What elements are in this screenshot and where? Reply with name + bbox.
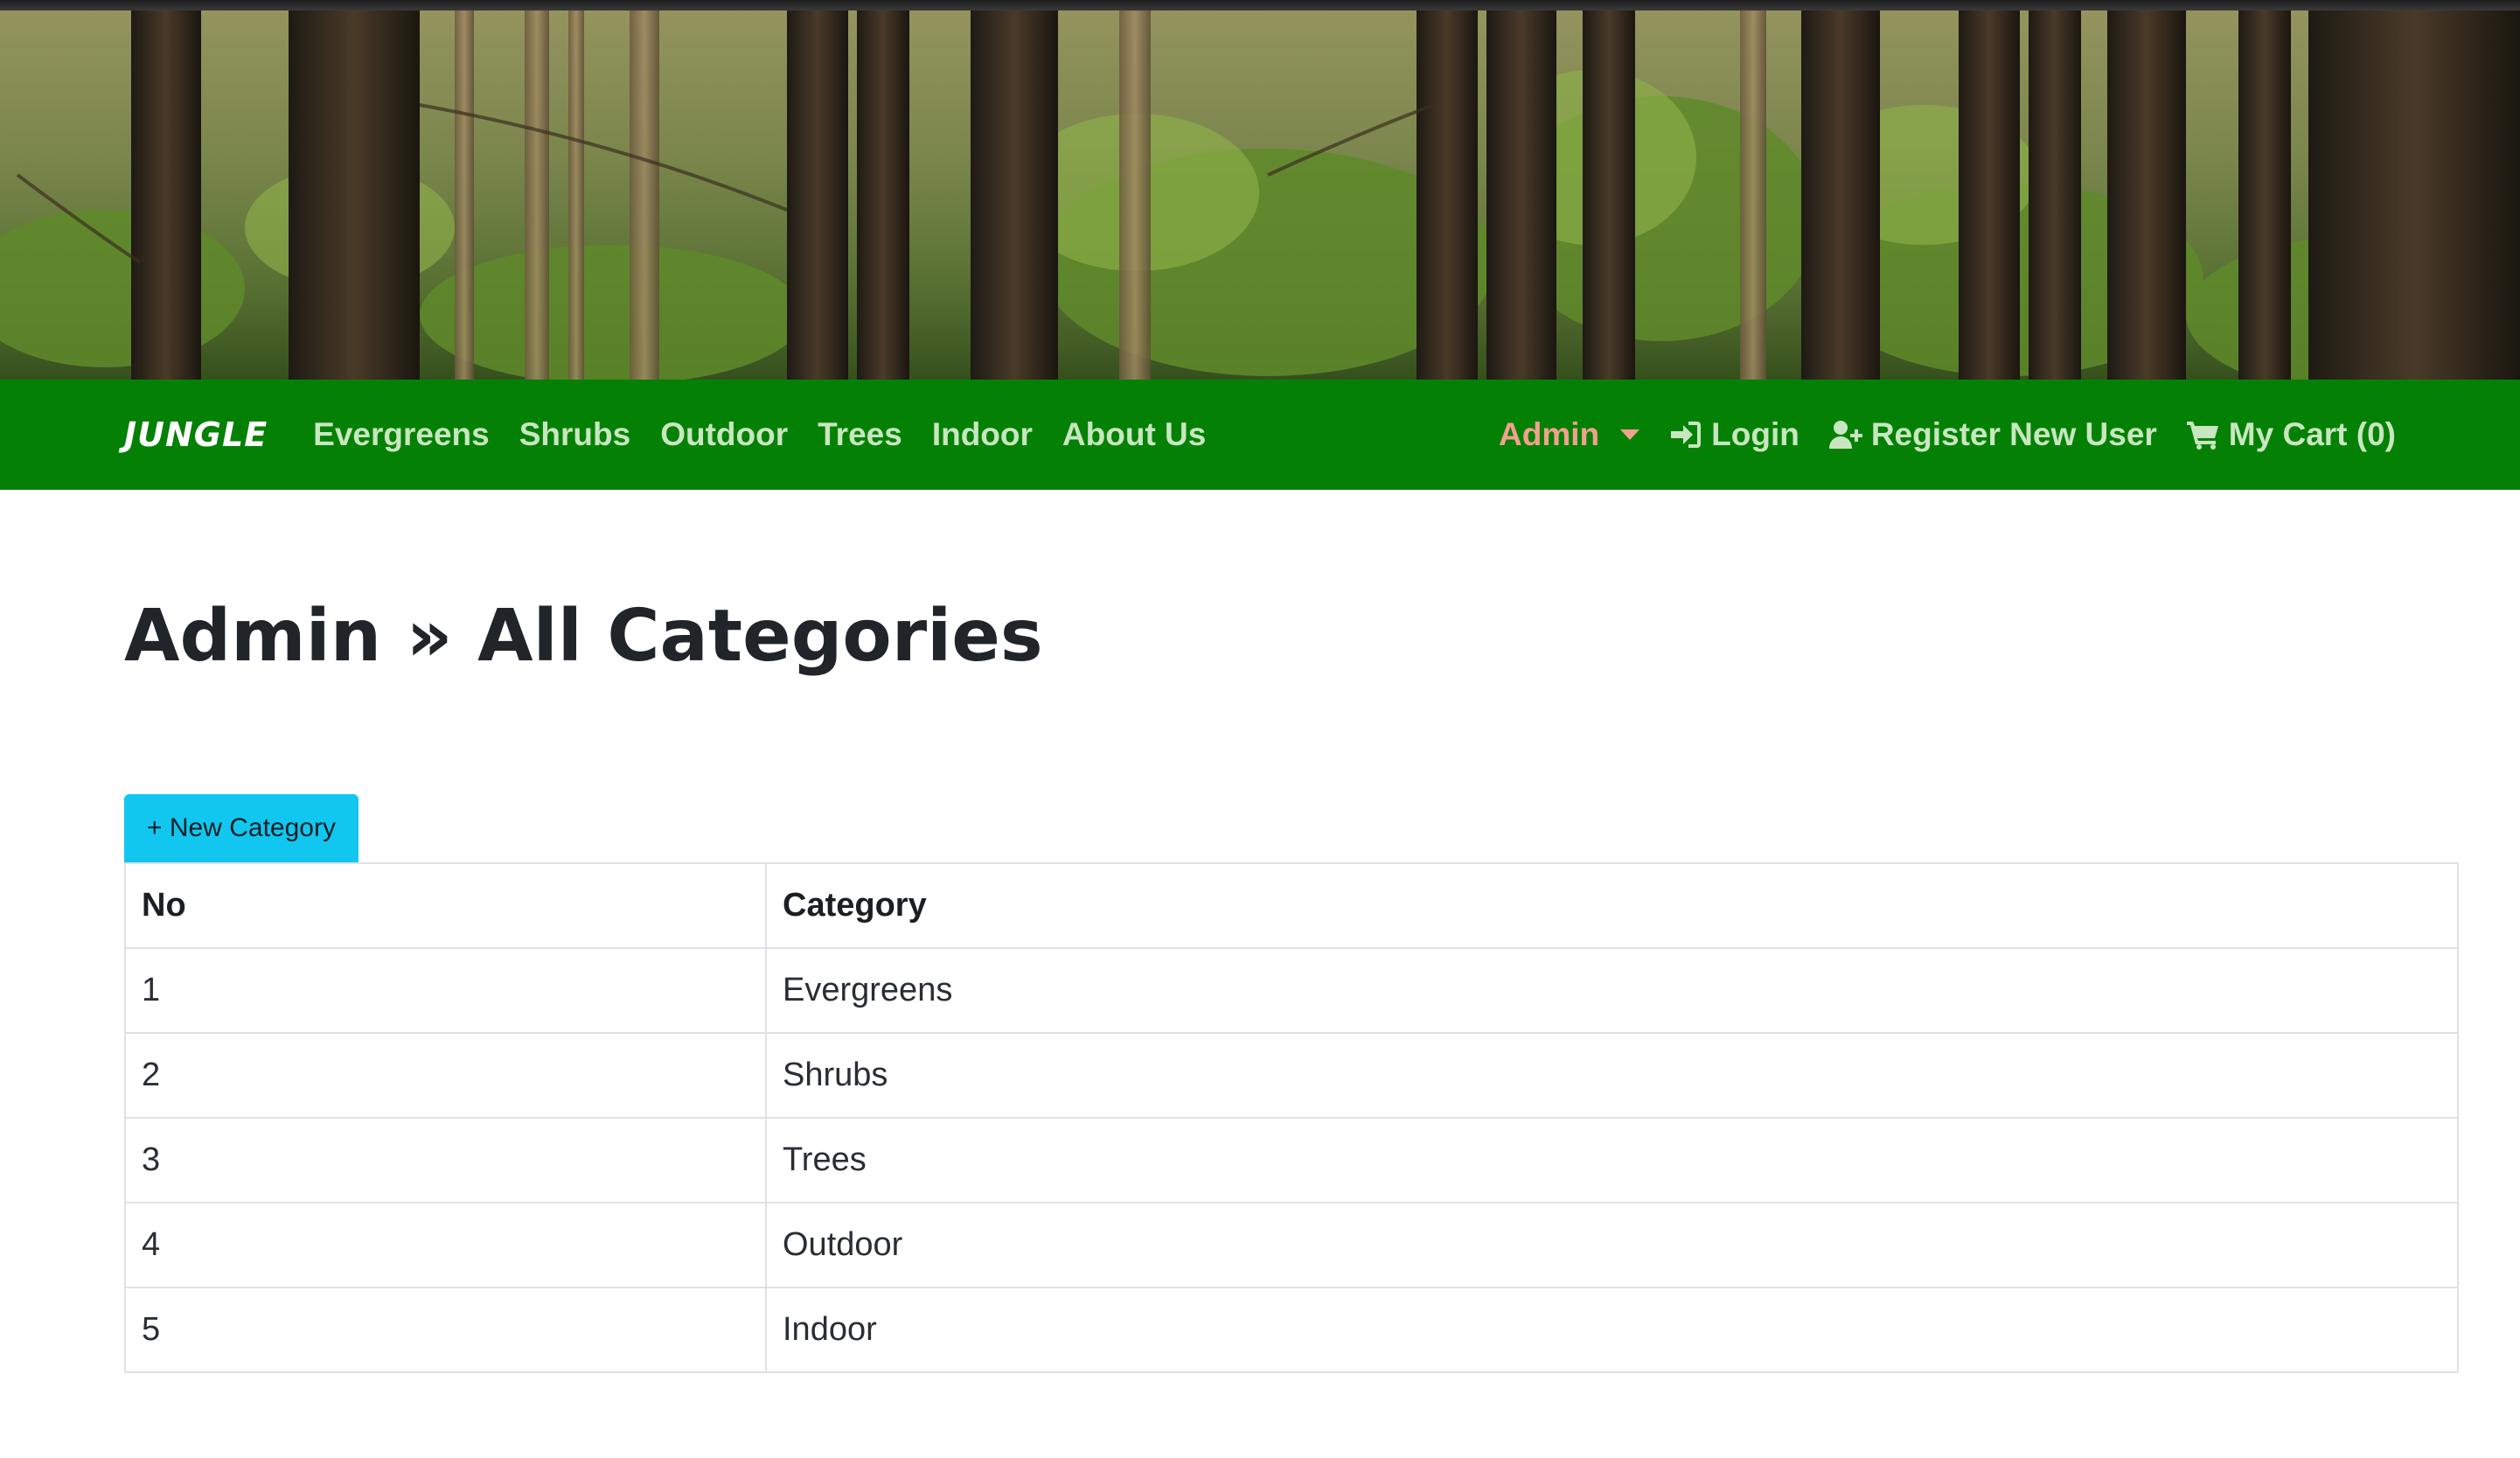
cell-no: 4 xyxy=(124,1202,767,1288)
categories-table: No Category 1 Evergreens 2 Shrubs 3 Tree… xyxy=(124,862,2459,1373)
cell-category: Outdoor xyxy=(765,1202,2459,1288)
table-header-row: No Category xyxy=(124,862,2459,949)
admin-dropdown-label: Admin xyxy=(1499,416,1600,452)
table-row: 1 Evergreens xyxy=(124,947,2459,1034)
cell-category: Shrubs xyxy=(765,1032,2459,1119)
new-category-button[interactable]: + New Category xyxy=(124,794,359,862)
column-header-no: No xyxy=(124,862,767,949)
cart-link[interactable]: My Cart (0) xyxy=(2186,416,2396,453)
table-row: 5 Indoor xyxy=(124,1287,2459,1373)
register-link[interactable]: Register New User xyxy=(1828,416,2157,453)
forest-banner-image xyxy=(0,0,2520,380)
cell-no: 1 xyxy=(124,947,767,1034)
hero-banner xyxy=(0,0,2520,380)
nav-link-trees[interactable]: Trees xyxy=(818,416,902,453)
nav-link-about-us[interactable]: About Us xyxy=(1062,416,1206,453)
cart-label: My Cart (0) xyxy=(2228,416,2396,452)
nav-right-links: Admin Login Register New User My Cart (0… xyxy=(1499,416,2396,453)
chevron-down-icon xyxy=(1620,429,1640,440)
table-row: 4 Outdoor xyxy=(124,1202,2459,1288)
nav-links: Evergreens Shrubs Outdoor Trees Indoor A… xyxy=(313,416,1206,453)
cell-category: Evergreens xyxy=(765,947,2459,1034)
nav-link-outdoor[interactable]: Outdoor xyxy=(660,416,788,453)
page-title: Admin » All Categories xyxy=(124,595,1043,678)
cell-category: Trees xyxy=(765,1117,2459,1203)
admin-dropdown[interactable]: Admin xyxy=(1499,416,1640,453)
column-header-category: Category xyxy=(765,862,2459,949)
nav-link-indoor[interactable]: Indoor xyxy=(932,416,1033,453)
main-navbar: JUNGLE Evergreens Shrubs Outdoor Trees I… xyxy=(0,380,2520,490)
table-row: 3 Trees xyxy=(124,1117,2459,1203)
login-label: Login xyxy=(1711,416,1800,452)
register-label: Register New User xyxy=(1870,416,2157,452)
sign-in-icon xyxy=(1669,420,1702,450)
cell-no: 5 xyxy=(124,1287,767,1373)
cell-no: 2 xyxy=(124,1032,767,1119)
user-plus-icon xyxy=(1828,420,1862,450)
hero-top-border xyxy=(0,0,2520,10)
categories-table-container: No Category 1 Evergreens 2 Shrubs 3 Tree… xyxy=(124,862,2459,1373)
nav-link-shrubs[interactable]: Shrubs xyxy=(519,416,630,453)
cell-no: 3 xyxy=(124,1117,767,1203)
table-row: 2 Shrubs xyxy=(124,1032,2459,1119)
login-link[interactable]: Login xyxy=(1669,416,1800,453)
brand-logo[interactable]: JUNGLE xyxy=(124,415,268,454)
shopping-cart-icon xyxy=(2186,420,2220,450)
nav-link-evergreens[interactable]: Evergreens xyxy=(313,416,490,453)
cell-category: Indoor xyxy=(765,1287,2459,1373)
